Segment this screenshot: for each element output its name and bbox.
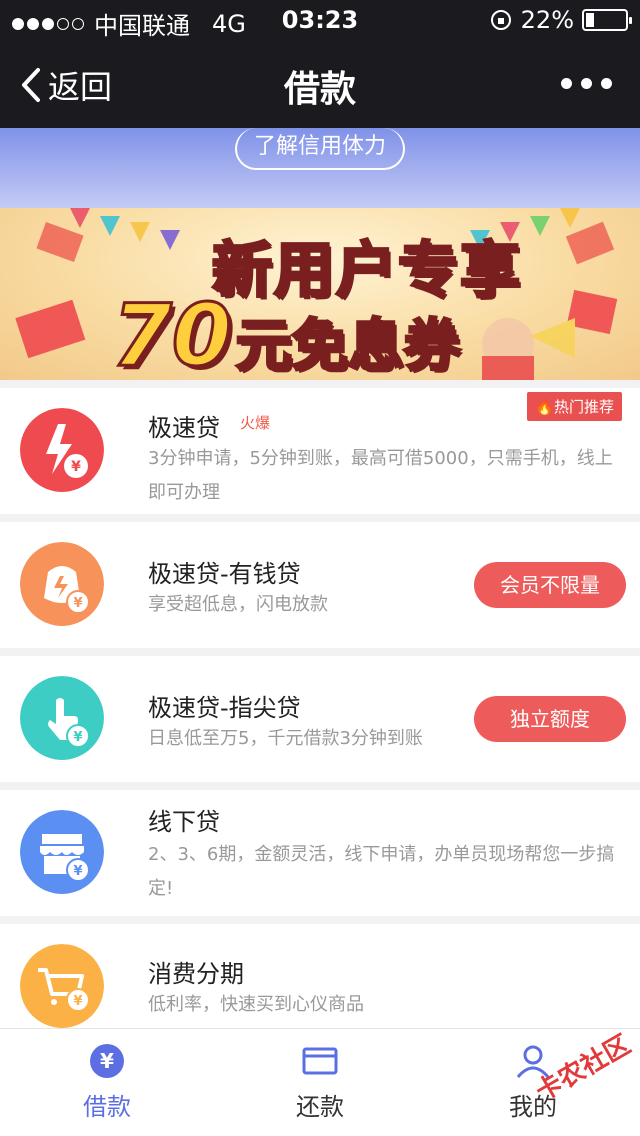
money-bag-yen-icon: ¥ xyxy=(20,542,104,626)
svg-text:¥: ¥ xyxy=(100,1049,114,1073)
svg-text:¥: ¥ xyxy=(73,596,82,611)
hot-recommend-tag: 🔥热门推荐 xyxy=(527,392,622,421)
flame-icon: 🔥 xyxy=(535,398,554,416)
banner-offer-text: 元免息券 xyxy=(234,313,461,381)
card-icon xyxy=(302,1047,338,1075)
product-title: 极速贷-指尖贷 xyxy=(148,694,301,722)
learn-credit-button[interactable]: 了解信用体力 xyxy=(235,128,405,170)
status-bar: 中国联通 4G 03:23 22% xyxy=(0,0,640,40)
tab-repay[interactable]: 还款 xyxy=(260,1043,380,1122)
banner-offer: 70 元免息券 xyxy=(111,285,462,381)
product-desc: 3分钟申请，5分钟到账，最高可借5000，只需手机，线上即可办理 xyxy=(148,448,613,503)
product-desc: 2、3、6期，金额灵活，线下申请，办单员现场帮您一步搞定! xyxy=(148,844,615,899)
product-desc: 低利率，快速买到心仪商品 xyxy=(148,994,364,1015)
credit-hero: 了解信用体力 xyxy=(0,128,640,208)
product-title: 线下贷 xyxy=(148,808,220,836)
promo-banner[interactable]: 新用户专享 70 元免息券 xyxy=(0,208,640,380)
member-unlimited-button[interactable]: 会员不限量 xyxy=(474,562,626,608)
product-card-youqiandai[interactable]: ¥ 极速贷-有钱贷 享受超低息，闪电放款 会员不限量 xyxy=(0,522,640,648)
rotation-lock-icon xyxy=(490,10,511,30)
banner-amount: 70 xyxy=(111,285,234,381)
tab-borrow[interactable]: ¥ 借款 xyxy=(47,1043,167,1122)
hot-label: 火爆 xyxy=(240,414,271,432)
product-title: 极速贷 xyxy=(148,414,220,442)
svg-text:¥: ¥ xyxy=(73,994,82,1009)
lightning-yen-icon: ¥ xyxy=(20,408,104,492)
product-card-jisudai[interactable]: ¥ 极速贷 火爆 🔥热门推荐 3分钟申请，5分钟到账，最高可借5000，只需手机… xyxy=(0,388,640,514)
more-button[interactable] xyxy=(561,78,612,89)
finger-tap-yen-icon: ¥ xyxy=(20,676,104,760)
page-title: 借款 xyxy=(283,69,356,110)
tab-label: 借款 xyxy=(83,1093,131,1121)
independent-limit-button[interactable]: 独立额度 xyxy=(474,696,626,742)
battery-percent: 22% xyxy=(520,6,574,34)
svg-text:¥: ¥ xyxy=(71,459,81,475)
hot-recommend-label: 热门推荐 xyxy=(553,398,614,416)
cart-yen-icon: ¥ xyxy=(20,944,104,1028)
product-title: 消费分期 xyxy=(148,960,244,988)
product-title: 极速贷-有钱贷 xyxy=(148,560,301,588)
product-card-zhijiandai[interactable]: ¥ 极速贷-指尖贷 日息低至万5，千元借款3分钟到账 独立额度 xyxy=(0,656,640,782)
product-card-xiaofeifenqi[interactable]: ¥ 消费分期 低利率，快速买到心仪商品 xyxy=(0,924,640,1028)
yen-coin-icon: ¥ xyxy=(90,1044,124,1078)
tab-label: 还款 xyxy=(296,1093,344,1121)
svg-text:¥: ¥ xyxy=(73,864,82,879)
battery-icon xyxy=(582,9,632,31)
nav-bar: 返回 借款 xyxy=(0,40,640,128)
store-yen-icon: ¥ xyxy=(20,810,104,894)
product-card-xianxiadai[interactable]: ¥ 线下贷 2、3、6期，金额灵活，线下申请，办单员现场帮您一步搞定! xyxy=(0,790,640,916)
more-dot-icon xyxy=(561,78,572,89)
svg-text:¥: ¥ xyxy=(73,730,82,745)
status-right: 22% xyxy=(489,6,632,34)
